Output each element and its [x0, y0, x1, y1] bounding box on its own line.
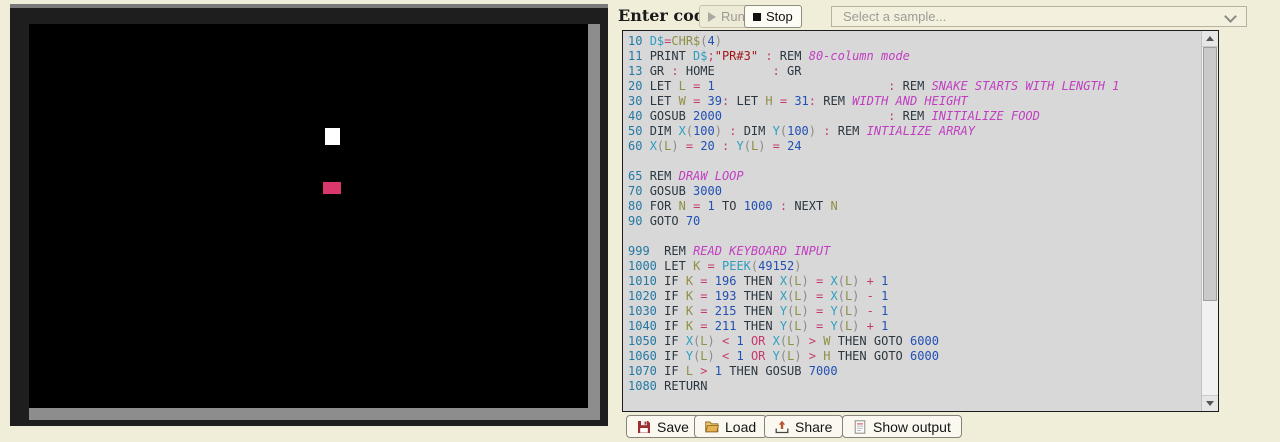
arrow-up-icon — [1206, 36, 1214, 41]
floppy-disk-icon — [637, 420, 651, 434]
code-line[interactable]: 1000 LET K = PEEK(49152) — [628, 259, 1201, 274]
code-line[interactable]: 1080 RETURN — [628, 379, 1201, 394]
show-output-button[interactable]: Show output — [842, 415, 962, 438]
code-line[interactable]: 20 LET L = 1 : REM SNAKE STARTS WITH LEN… — [628, 79, 1201, 94]
code-line[interactable]: 1020 IF K = 193 THEN X(L) = X(L) - 1 — [628, 289, 1201, 304]
show-output-button-label: Show output — [873, 419, 951, 435]
code-line[interactable] — [628, 154, 1201, 169]
code-line[interactable]: 1030 IF K = 215 THEN Y(L) = Y(L) - 1 — [628, 304, 1201, 319]
code-line[interactable]: 1060 IF Y(L) < 1 OR Y(L) > H THEN GOTO 6… — [628, 349, 1201, 364]
code-line[interactable]: 90 GOTO 70 — [628, 214, 1201, 229]
save-button-label: Save — [657, 419, 689, 435]
code-line[interactable] — [628, 394, 1201, 409]
run-button-label: Run — [721, 9, 745, 24]
stop-button-label: Stop — [766, 9, 793, 24]
load-button[interactable]: Load — [694, 415, 767, 438]
share-upload-icon — [775, 420, 789, 434]
code-line[interactable]: 1999 REM INITIALIZE FOOD — [628, 409, 1201, 411]
code-line[interactable]: 50 DIM X(100) : DIM Y(100) : REM INTIALI… — [628, 124, 1201, 139]
code-line[interactable]: 1070 IF L > 1 THEN GOSUB 7000 — [628, 364, 1201, 379]
arrow-down-icon — [1206, 401, 1214, 406]
chevron-down-icon — [1224, 10, 1237, 23]
code-line[interactable]: 10 D$=CHR$(4) — [628, 34, 1201, 49]
stop-icon — [753, 13, 761, 21]
food-pixel — [323, 182, 341, 194]
snake-segment — [325, 128, 340, 145]
scrollbar-down-button[interactable] — [1202, 395, 1218, 411]
code-line[interactable]: 80 FOR N = 1 TO 1000 : NEXT N — [628, 199, 1201, 214]
scrollbar-thumb[interactable] — [1203, 47, 1217, 301]
graphics-screen[interactable] — [29, 24, 600, 420]
code-line[interactable] — [628, 229, 1201, 244]
code-lines[interactable]: 10 D$=CHR$(4)11 PRINT D$;"PR#3" : REM 80… — [623, 31, 1201, 411]
jsbasic-app: Enter code: Run Stop Select a sample... … — [0, 0, 1280, 442]
editor-scrollbar[interactable] — [1201, 31, 1218, 411]
save-button[interactable]: Save — [626, 415, 700, 438]
apple2-monitor — [10, 4, 608, 426]
share-button[interactable]: Share — [764, 415, 843, 438]
scrollbar-up-button[interactable] — [1202, 31, 1218, 47]
code-line[interactable]: 60 X(L) = 20 : Y(L) = 24 — [628, 139, 1201, 154]
code-line[interactable]: 1010 IF K = 196 THEN X(L) = X(L) + 1 — [628, 274, 1201, 289]
share-button-label: Share — [795, 419, 832, 435]
document-icon — [853, 420, 867, 434]
play-icon — [708, 12, 716, 22]
sample-select[interactable]: Select a sample... — [831, 6, 1247, 27]
code-line[interactable]: 40 GOSUB 2000 : REM INITIALIZE FOOD — [628, 109, 1201, 124]
stop-button[interactable]: Stop — [744, 5, 802, 28]
code-line[interactable]: 11 PRINT D$;"PR#3" : REM 80-column mode — [628, 49, 1201, 64]
code-editor[interactable]: 10 D$=CHR$(4)11 PRINT D$;"PR#3" : REM 80… — [622, 30, 1219, 412]
code-line[interactable]: 1050 IF X(L) < 1 OR X(L) > W THEN GOTO 6… — [628, 334, 1201, 349]
code-line[interactable]: 65 REM DRAW LOOP — [628, 169, 1201, 184]
code-line[interactable]: 30 LET W = 39: LET H = 31: REM WIDTH AND… — [628, 94, 1201, 109]
code-line[interactable]: 999 REM READ KEYBOARD INPUT — [628, 244, 1201, 259]
code-line[interactable]: 13 GR : HOME : GR — [628, 64, 1201, 79]
code-line[interactable]: 1040 IF K = 211 THEN Y(L) = Y(L) + 1 — [628, 319, 1201, 334]
load-button-label: Load — [725, 419, 756, 435]
code-line[interactable]: 70 GOSUB 3000 — [628, 184, 1201, 199]
folder-icon — [705, 420, 719, 434]
sample-select-value: Select a sample... — [843, 9, 946, 24]
